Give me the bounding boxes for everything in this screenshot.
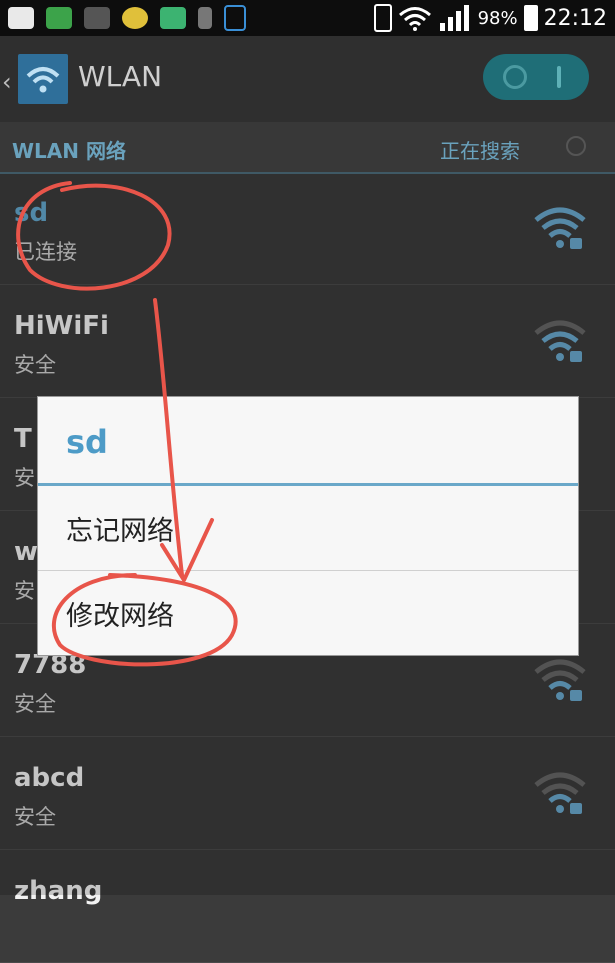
wlan-app-icon[interactable] (18, 54, 68, 104)
wlan-toggle[interactable] (483, 54, 589, 100)
modify-network-button[interactable]: 修改网络 (38, 571, 578, 655)
leaf-icon (84, 7, 110, 29)
section-label: WLAN 网络 (12, 139, 126, 163)
forget-network-button[interactable]: 忘记网络 (38, 486, 578, 570)
spinner-icon (566, 136, 586, 156)
battery-percent: 98% (477, 7, 518, 29)
wifi-signal-icon (398, 7, 431, 31)
dialog-title: sd (66, 423, 108, 461)
toggle-on-icon (557, 66, 561, 88)
forget-network-label: 忘记网络 (66, 515, 174, 547)
lock-icon (224, 5, 246, 31)
toggle-off-icon (503, 65, 527, 89)
battery-icon (523, 5, 538, 31)
image-icon (160, 7, 186, 29)
app-icon (122, 7, 148, 29)
network-options-dialog: sd 忘记网络 修改网络 (38, 397, 578, 655)
sd-icon (198, 7, 212, 29)
clock: 22:12 (543, 5, 607, 31)
chevron-left-icon[interactable]: ‹ (2, 68, 12, 96)
modify-network-label: 修改网络 (66, 600, 174, 632)
action-bar: ‹ WLAN (0, 36, 615, 122)
sim-icon (46, 7, 72, 29)
scan-status: 正在搜索 (440, 139, 520, 163)
section-header: WLAN 网络 正在搜索 (0, 122, 615, 174)
cell-signal-icon (439, 5, 469, 31)
phone-icon (373, 4, 392, 32)
status-bar: 98% 22:12 (0, 0, 615, 36)
page-title: WLAN (78, 60, 163, 93)
notification-icon (8, 7, 34, 29)
